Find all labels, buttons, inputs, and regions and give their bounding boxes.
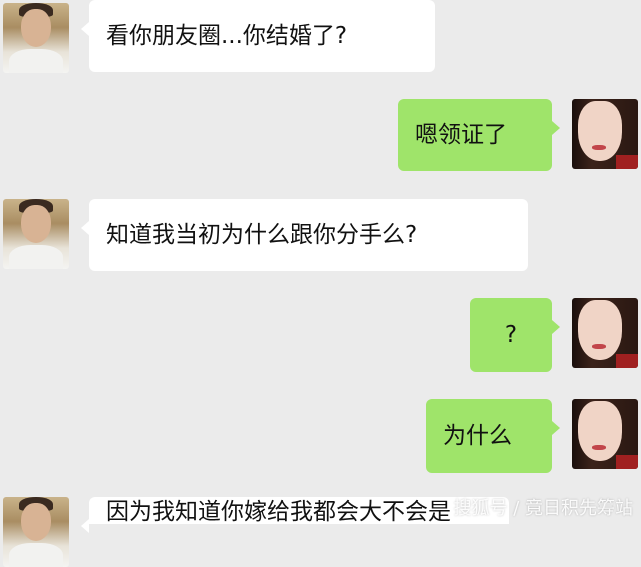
- avatar-face: [21, 9, 51, 47]
- sender-avatar[interactable]: [3, 3, 69, 73]
- incoming-message-bubble[interactable]: 看你朋友圈...你结婚了?: [81, 0, 435, 72]
- outgoing-message-bubble[interactable]: 为什么: [426, 399, 560, 473]
- incoming-message-bubble[interactable]: 因为我知道你嫁给我都会大不会是: [81, 497, 509, 533]
- avatar-collar: [616, 354, 638, 368]
- incoming-message-bubble[interactable]: 知道我当初为什么跟你分手么?: [81, 199, 528, 271]
- user-avatar[interactable]: [572, 298, 638, 368]
- avatar-shirt: [9, 543, 63, 567]
- outgoing-message-bubble[interactable]: 嗯领证了: [398, 99, 560, 171]
- watermark-text: 搜狐号 / 竟日积先筹站: [453, 498, 633, 519]
- sender-avatar[interactable]: [3, 497, 69, 567]
- avatar-face: [578, 401, 622, 461]
- avatar-lips: [592, 445, 606, 450]
- avatar-lips: [592, 145, 606, 150]
- outgoing-message-bubble[interactable]: ?: [470, 298, 560, 372]
- avatar-shirt: [9, 49, 63, 73]
- user-avatar[interactable]: [572, 399, 638, 469]
- avatar-collar: [616, 455, 638, 469]
- user-avatar[interactable]: [572, 99, 638, 169]
- sender-avatar[interactable]: [3, 199, 69, 269]
- avatar-face: [21, 503, 51, 541]
- avatar-face: [578, 300, 622, 360]
- avatar-shirt: [9, 245, 63, 269]
- avatar-collar: [616, 155, 638, 169]
- avatar-lips: [592, 344, 606, 349]
- avatar-face: [21, 205, 51, 243]
- avatar-face: [578, 101, 622, 161]
